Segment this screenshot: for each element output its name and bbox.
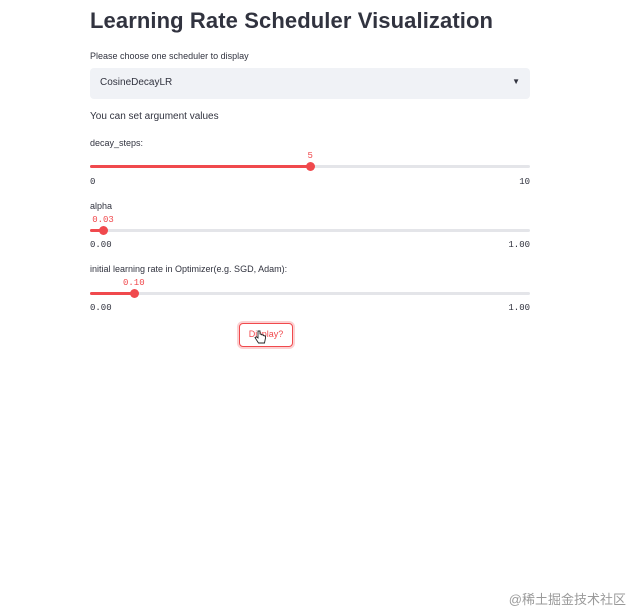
initial-lr-label: initial learning rate in Optimizer(e.g. … [90,264,288,274]
slider-value: 5 [307,151,313,161]
initial-lr-slider[interactable]: 0.10 0.00 1.00 [90,277,530,327]
slider-track[interactable] [90,292,530,295]
slider-max-label: 1.00 [508,240,530,250]
scheduler-select-label: Please choose one scheduler to display [90,51,249,61]
decay-steps-slider[interactable]: 5 0 10 [90,150,530,200]
hand-cursor-icon [254,330,267,347]
slider-min-label: 0.00 [90,240,112,250]
app-page: Learning Rate Scheduler Visualization Pl… [0,0,640,616]
scheduler-select-value: CosineDecayLR [100,77,173,88]
slider-thumb[interactable] [129,289,139,298]
slider-track[interactable] [90,229,530,232]
slider-thumb[interactable] [305,162,315,171]
watermark: @稀土掘金技术社区 [508,592,626,607]
slider-value: 0.10 [123,278,145,288]
slider-fill [90,165,310,168]
slider-max-label: 1.00 [508,303,530,313]
decay-steps-label: decay_steps: [90,138,144,148]
slider-min-label: 0.00 [90,303,112,313]
page-title: Learning Rate Scheduler Visualization [90,8,494,33]
argument-info-text: You can set argument values [90,111,219,122]
slider-max-label: 10 [519,177,530,187]
slider-fill [90,292,134,295]
slider-thumb[interactable] [98,226,108,235]
alpha-slider[interactable]: 0.03 0.00 1.00 [90,214,530,264]
alpha-label: alpha [90,201,113,211]
slider-value: 0.03 [92,215,114,225]
caret-down-icon: ▼ [512,77,520,86]
scheduler-select[interactable]: CosineDecayLR ▼ [90,68,530,99]
slider-min-label: 0 [90,177,96,187]
